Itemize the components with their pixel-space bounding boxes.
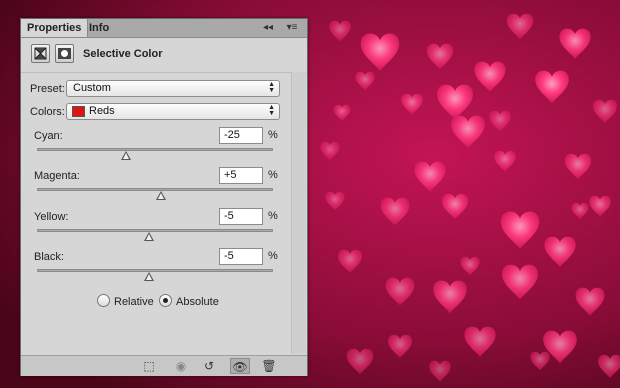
percent-unit-3: % (268, 250, 278, 262)
adjust-slider-track-3[interactable] (37, 269, 273, 272)
view-previous-state-icon[interactable]: ◉ (171, 358, 191, 374)
preset-value: Custom (73, 82, 111, 94)
colors-value: Reds (89, 105, 115, 117)
panel-title: Selective Color (83, 48, 163, 60)
adjust-label-3: Black: (34, 251, 64, 263)
panel-header: Selective Color (21, 38, 307, 73)
adjust-slider-thumb-1[interactable] (155, 191, 166, 200)
adjust-value-field-1[interactable]: +5 (219, 167, 263, 184)
adjust-slider-thumb-3[interactable] (144, 272, 155, 281)
panel-tab-bar: Properties Info ◂◂ ▾≡ (21, 19, 307, 38)
percent-unit-1: % (268, 169, 278, 181)
percent-unit-2: % (268, 210, 278, 222)
adjust-slider-thumb-0[interactable] (120, 151, 131, 160)
adjust-value-field-0[interactable]: -25 (219, 127, 263, 144)
adjust-label-2: Yellow: (34, 211, 69, 223)
double-chevron-left-icon[interactable]: ◂◂ (261, 21, 275, 35)
adjust-value-field-3[interactable]: -5 (219, 248, 263, 265)
absolute-label: Absolute (176, 296, 219, 308)
trash-icon[interactable]: 🗑 (259, 358, 279, 374)
color-swatch (72, 106, 85, 117)
layer-mask-icon[interactable] (55, 44, 74, 63)
tab-properties[interactable]: Properties (21, 19, 89, 37)
properties-panel: Properties Info ◂◂ ▾≡ Selective Color Pr… (20, 18, 308, 376)
adjust-label-0: Cyan: (34, 130, 63, 142)
percent-unit-0: % (268, 129, 278, 141)
visibility-eye-icon[interactable]: 👁 (230, 358, 250, 374)
adjust-slider-thumb-2[interactable] (144, 232, 155, 241)
reset-icon[interactable]: ↺ (199, 358, 219, 374)
clip-to-layer-icon[interactable]: ⬚ (139, 358, 159, 374)
tab-info[interactable]: Info (83, 19, 115, 37)
dropdown-arrows-icon: ▲ ▼ (268, 81, 275, 94)
dropdown-arrows-icon: ▲ ▼ (268, 104, 275, 117)
preset-dropdown[interactable]: Custom ▲ ▼ (66, 80, 280, 97)
radio-selected-dot (163, 298, 168, 303)
colors-label: Colors: (30, 106, 65, 118)
panel-footer: ⬚ ◉ ↺ 👁 🗑 (21, 355, 307, 376)
absolute-radio[interactable] (159, 294, 172, 307)
adjust-slider-track-2[interactable] (37, 229, 273, 232)
adjust-slider-track-0[interactable] (37, 148, 273, 151)
adjust-value-field-2[interactable]: -5 (219, 208, 263, 225)
relative-label: Relative (114, 296, 154, 308)
colors-dropdown[interactable]: Reds ▲ ▼ (66, 103, 280, 120)
panel-menu-icon[interactable]: ▾≡ (283, 21, 301, 35)
preset-label: Preset: (30, 83, 65, 95)
adjustment-layer-icon[interactable] (31, 44, 50, 63)
panel-scrollbar[interactable] (291, 72, 306, 354)
relative-radio[interactable] (97, 294, 110, 307)
adjust-label-1: Magenta: (34, 170, 80, 182)
